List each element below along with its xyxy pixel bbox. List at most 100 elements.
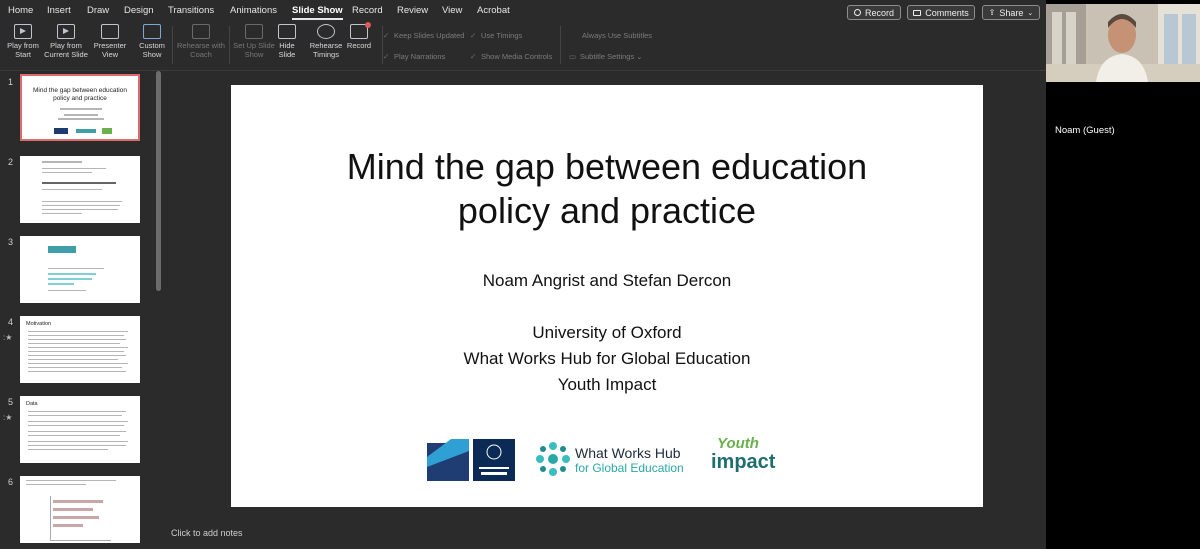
play-from-current-button[interactable]: Play from Current Slide <box>43 22 89 68</box>
thumbnail-text-line <box>26 480 116 481</box>
thumbnail-title: Data <box>26 401 38 407</box>
presenter-icon <box>101 24 119 39</box>
slide-affiliation[interactable]: University of Oxford <box>231 323 983 343</box>
thumbnail-scrollbar[interactable] <box>156 71 161 291</box>
tab-home[interactable]: Home <box>8 5 33 16</box>
slide-thumbnail-1[interactable]: Mind the gap between education policy an… <box>20 74 140 141</box>
slide-affiliation[interactable]: What Works Hub for Global Education <box>231 349 983 369</box>
thumbnail-text-line <box>28 441 128 442</box>
presenter-view-button[interactable]: Presenter View <box>88 22 132 68</box>
subtitle-icon: ▭ <box>569 52 577 61</box>
thumbnail-bar <box>53 508 93 511</box>
powerpoint-window: Home Insert Draw Design Transitions Anim… <box>0 0 1046 549</box>
participant-video[interactable] <box>1046 4 1200 82</box>
slide-thumbnail-3[interactable] <box>20 236 140 303</box>
slide-thumbnail-5[interactable]: Data <box>20 396 140 463</box>
thumbnail-text-line <box>28 359 118 360</box>
thumbnail-text-line <box>42 205 120 206</box>
keep-slides-updated-checkbox[interactable]: ✓ Keep Slides Updated <box>383 31 464 40</box>
thumbnail-text-line <box>28 339 126 340</box>
slide-title[interactable]: Mind the gap between education policy an… <box>231 145 983 233</box>
custom-show-icon <box>143 24 161 39</box>
comment-icon <box>913 9 922 16</box>
animation-star-icon: :★ <box>3 333 13 342</box>
blavatnik-oxford-logo <box>427 439 515 481</box>
thumbnail-text-line <box>48 290 86 291</box>
tab-insert[interactable]: Insert <box>47 5 71 16</box>
record-dot-icon <box>853 9 861 16</box>
slide-logos: What Works Hub for Global Education Yout… <box>427 435 787 485</box>
thumbnail-text-line <box>28 355 126 356</box>
notes-placeholder[interactable]: Click to add notes <box>171 528 243 538</box>
thumbnail-text-line <box>26 484 86 485</box>
thumbnail-text-line <box>28 367 122 368</box>
tab-record[interactable]: Record <box>352 5 383 16</box>
tab-design[interactable]: Design <box>124 5 154 16</box>
thumbnail-text-line <box>28 351 124 352</box>
slide-number: 2 <box>8 157 14 167</box>
always-use-subtitles-checkbox[interactable]: Always Use Subtitles <box>582 31 652 40</box>
thumbnail-text-line <box>28 331 128 332</box>
thumbnail-text-line <box>28 335 124 336</box>
share-button[interactable]: ⇪ Share ⌄ <box>982 5 1040 20</box>
tab-view[interactable]: View <box>442 5 462 16</box>
thumbnail-text-line <box>28 449 108 450</box>
tab-acrobat[interactable]: Acrobat <box>477 5 510 16</box>
animation-star-icon: :★ <box>3 413 13 422</box>
thumbnail-text-line <box>28 425 124 426</box>
thumbnail-text-line <box>60 108 102 110</box>
slide-title-line: Mind the gap between education <box>346 146 868 187</box>
slide-title-line: policy and practice <box>457 190 757 231</box>
use-timings-checkbox[interactable]: ✓ Use Timings <box>470 31 522 40</box>
tab-animations[interactable]: Animations <box>230 5 277 16</box>
show-media-controls-checkbox[interactable]: ✓ Show Media Controls <box>470 52 552 61</box>
hide-slide-button[interactable]: Hide Slide <box>270 22 304 68</box>
setup-icon <box>245 24 263 39</box>
custom-show-button[interactable]: Custom Show <box>130 22 174 68</box>
coach-icon <box>192 24 210 39</box>
ribbon-divider <box>172 26 173 64</box>
record-slide-show-button[interactable]: Record <box>340 22 378 68</box>
record-button[interactable]: Record <box>847 5 901 20</box>
thumbnail-text-line <box>42 172 92 173</box>
video-call-panel: Noam (Guest) <box>1046 0 1200 549</box>
slide-thumbnail-2[interactable] <box>20 156 140 223</box>
thumbnail-text-line <box>42 189 102 190</box>
participant-video-frame <box>1046 4 1200 82</box>
rehearse-with-coach-button[interactable]: Rehearse with Coach <box>177 22 225 68</box>
play-narrations-checkbox[interactable]: ✓ Play Narrations <box>383 52 445 61</box>
slide-number: 3 <box>8 237 14 247</box>
thumbnail-bar <box>53 524 83 527</box>
comments-button[interactable]: Comments <box>907 5 975 20</box>
play-from-start-button[interactable]: Play from Start <box>1 22 45 68</box>
tab-draw[interactable]: Draw <box>87 5 109 16</box>
thumbnail-text-line <box>28 371 126 372</box>
play-current-icon <box>57 24 75 39</box>
thumbnail-text-line <box>64 114 98 116</box>
subtitle-settings-dropdown[interactable]: ▭ Subtitle Settings ⌄ <box>569 52 643 61</box>
play-icon <box>14 24 32 39</box>
slide-authors[interactable]: Noam Angrist and Stefan Dercon <box>231 271 983 291</box>
thumbnail-title: Motivation <box>26 321 52 327</box>
thumbnail-logo <box>102 128 112 134</box>
hide-slide-icon <box>278 24 296 39</box>
current-slide[interactable]: Mind the gap between education policy an… <box>231 85 983 507</box>
thumbnail-text-line <box>28 411 126 412</box>
slide-affiliation[interactable]: Youth Impact <box>231 375 983 395</box>
thumbnail-text-line <box>48 268 104 269</box>
thumbnail-text-line <box>42 161 82 163</box>
thumbnail-text-line <box>28 431 126 432</box>
tab-slide-show[interactable]: Slide Show <box>292 5 343 20</box>
tab-transitions[interactable]: Transitions <box>168 5 214 16</box>
thumbnail-text-line <box>28 343 120 344</box>
thumbnail-text-line <box>42 213 82 214</box>
slide-number: 1 <box>8 77 14 87</box>
thumbnail-text-line <box>28 421 128 422</box>
thumbnail-text-line <box>42 201 122 202</box>
slide-thumbnail-6[interactable] <box>20 476 140 543</box>
slide-thumbnail-4[interactable]: Motivation <box>20 316 140 383</box>
timer-icon <box>317 24 335 39</box>
check-icon: ✓ <box>383 52 390 61</box>
tab-review[interactable]: Review <box>397 5 428 16</box>
slide-thumbnail-pane: 1 Mind the gap between education policy … <box>0 71 162 549</box>
